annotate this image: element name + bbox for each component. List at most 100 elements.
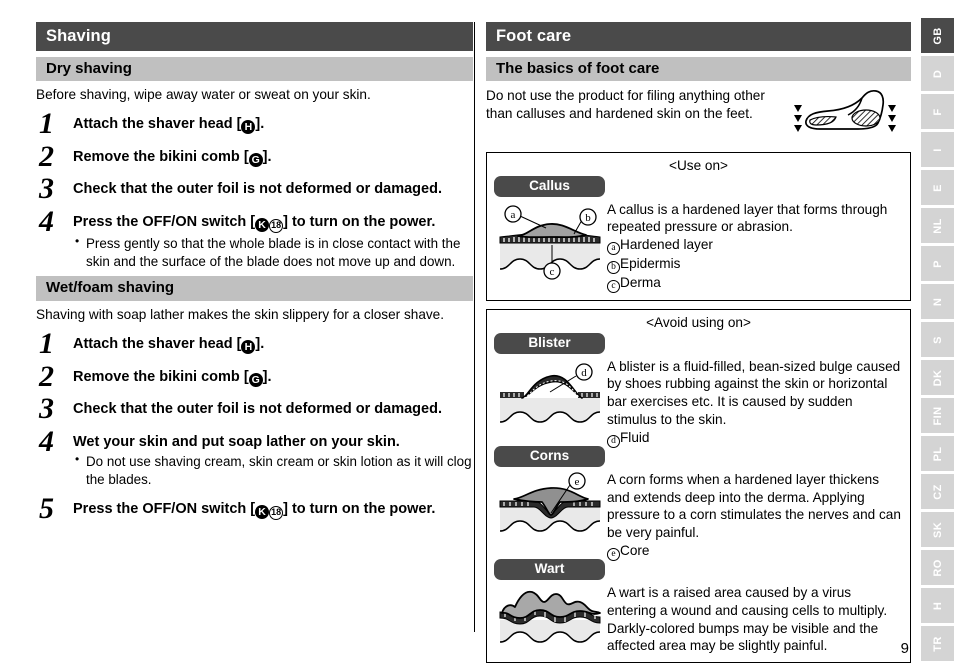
step-item: 2 Remove the bikini comb [G]. (36, 142, 473, 171)
badge-row: Callus (494, 175, 903, 198)
step-body: Attach the shaver head [H]. (73, 111, 473, 135)
badge-callus: Callus (494, 175, 605, 197)
step-text: Attach the shaver head [H]. (73, 335, 473, 355)
ref-icon-g: G (248, 372, 263, 387)
step-body: Press the OFF/ON switch [K 18] to turn on… (73, 496, 473, 520)
language-tab-n[interactable]: N (921, 284, 954, 319)
bullet-item: Press gently so that the whole blade is … (73, 234, 473, 270)
badge-wart: Wart (494, 558, 605, 581)
step-text: Remove the bikini comb [G]. (73, 368, 473, 387)
panel-body: d A blister is a fluid-filled, bean-size… (494, 356, 903, 448)
step-text-after: ]. (255, 336, 265, 353)
step-number: 5 (39, 491, 54, 525)
language-tab-label: P (931, 259, 944, 268)
blister-description: A blister is a fluid-filled, bean-sized … (607, 358, 901, 427)
step-item: 3 Check that the outer foil is not defor… (36, 394, 473, 423)
language-tab-dk[interactable]: DK (921, 360, 954, 395)
language-tab-nl[interactable]: NL (921, 208, 954, 243)
callus-skin-cross-section: a b c (494, 199, 607, 286)
language-tab-label: CZ (931, 483, 944, 500)
legend-letter-d: d (607, 434, 620, 448)
language-tab-i[interactable]: I (921, 132, 954, 167)
language-tab-e[interactable]: E (921, 170, 954, 205)
badge-row: Blister (494, 332, 903, 355)
step-text-before: Press the OFF/ON switch [ (73, 500, 256, 517)
step-item: 3 Check that the outer foil is not defor… (36, 172, 473, 206)
legend-letter-a: a (607, 242, 620, 256)
legend-label-a: Hardened layer (620, 237, 713, 253)
language-tab-label: SK (931, 521, 944, 538)
svg-text:e: e (575, 476, 580, 488)
ref-icon-h: H (241, 340, 256, 355)
legend-letter-b: b (607, 261, 620, 275)
panel-caption-avoid-using-on: <Avoid using on> (646, 315, 751, 331)
foot-side-profile-with-callus-areas (790, 89, 900, 144)
legend-line: b Epidermis (607, 255, 903, 275)
svg-text:b: b (585, 212, 591, 224)
step-bullets: Do not use shaving cream, skin cream or … (73, 452, 473, 488)
step-item: 1 Attach the shaver head [H]. (36, 109, 473, 138)
language-tab-tr[interactable]: TR (921, 626, 954, 661)
language-tab-label: N (931, 297, 944, 306)
legend-label-e: Core (620, 542, 650, 558)
step-number: 4 (39, 424, 54, 458)
step-number: 3 (39, 172, 54, 206)
right-column: Foot care The basics of foot care Do not… (486, 22, 911, 664)
step-item: 4 Wet your skin and put soap lather on y… (36, 424, 473, 489)
step-number: 1 (39, 327, 54, 361)
step-text: Attach the shaver head [H]. (73, 115, 473, 135)
step-text: Check that the outer foil is not deforme… (73, 401, 442, 418)
step-text: Wet your skin and put soap lather on you… (73, 433, 400, 450)
left-column: Shaving Dry shaving Before shaving, wipe… (36, 22, 473, 525)
section-title-foot-care: Foot care (486, 22, 911, 51)
svg-text:d: d (581, 367, 587, 379)
language-tab-ro[interactable]: RO (921, 550, 954, 585)
step-text-before: Remove the bikini comb [ (73, 368, 249, 385)
step-text-after: ]. (262, 368, 272, 385)
step-text-before: Remove the bikini comb [ (73, 148, 249, 165)
legend-line: c Derma (607, 274, 903, 294)
panel-body: e A corn forms when a hardened layer thi… (494, 469, 903, 561)
step-text-after: ] to turn on the power. (283, 213, 436, 230)
basics-row: Do not use the product for filing anythi… (486, 87, 911, 144)
callus-description-cell: A callus is a hardened layer that forms … (607, 199, 903, 294)
language-tab-sk[interactable]: SK (921, 512, 954, 547)
badge-row: Corns (494, 445, 903, 468)
language-tab-pl[interactable]: PL (921, 436, 954, 471)
step-text-after: ] to turn on the power. (283, 500, 436, 517)
step-text: Remove the bikini comb [G]. (73, 148, 473, 167)
step-item: 2 Remove the bikini comb [G]. (36, 361, 473, 390)
language-tab-fin[interactable]: FIN (921, 398, 954, 433)
language-tab-gb[interactable]: GB (921, 18, 954, 53)
language-tab-d[interactable]: D (921, 56, 954, 91)
step-bullets: Press gently so that the whole blade is … (73, 234, 473, 270)
legend-label-d: Fluid (620, 429, 650, 445)
panel-body: A wart is a raised area caused by a viru… (494, 582, 903, 655)
ref-icon-k: K (255, 504, 270, 519)
wart-skin-cross-section (494, 582, 607, 655)
language-tab-s[interactable]: S (921, 322, 954, 357)
legend-line: e Core (607, 542, 903, 561)
corn-skin-cross-section: e (494, 469, 607, 544)
language-tab-p[interactable]: P (921, 246, 954, 281)
language-tab-label: GB (931, 26, 944, 45)
ref-icon-g: G (248, 152, 263, 167)
language-tab-f[interactable]: F (921, 94, 954, 129)
step-number: 4 (39, 204, 54, 238)
language-tab-label: E (931, 183, 944, 192)
language-tab-label: I (931, 147, 944, 152)
blister-description-cell: A blister is a fluid-filled, bean-sized … (607, 356, 903, 448)
language-tab-h[interactable]: H (921, 588, 954, 623)
step-body: Check that the outer foil is not deforme… (73, 396, 473, 419)
language-tab-label: DK (931, 369, 944, 386)
legend-label-b: Epidermis (620, 256, 681, 272)
ref-icon-18: 18 (269, 218, 284, 233)
language-tab-label: NL (931, 217, 944, 234)
step-text: Press the OFF/ON switch [K 18] to turn on… (73, 213, 473, 233)
language-tab-cz[interactable]: CZ (921, 474, 954, 509)
language-tab-label: PL (931, 446, 944, 461)
svg-text:a: a (511, 209, 516, 221)
step-text: Check that the outer foil is not deforme… (73, 181, 442, 198)
step-body: Press the OFF/ON switch [K 18] to turn on… (73, 209, 473, 270)
badge-row: Wart (494, 558, 903, 581)
